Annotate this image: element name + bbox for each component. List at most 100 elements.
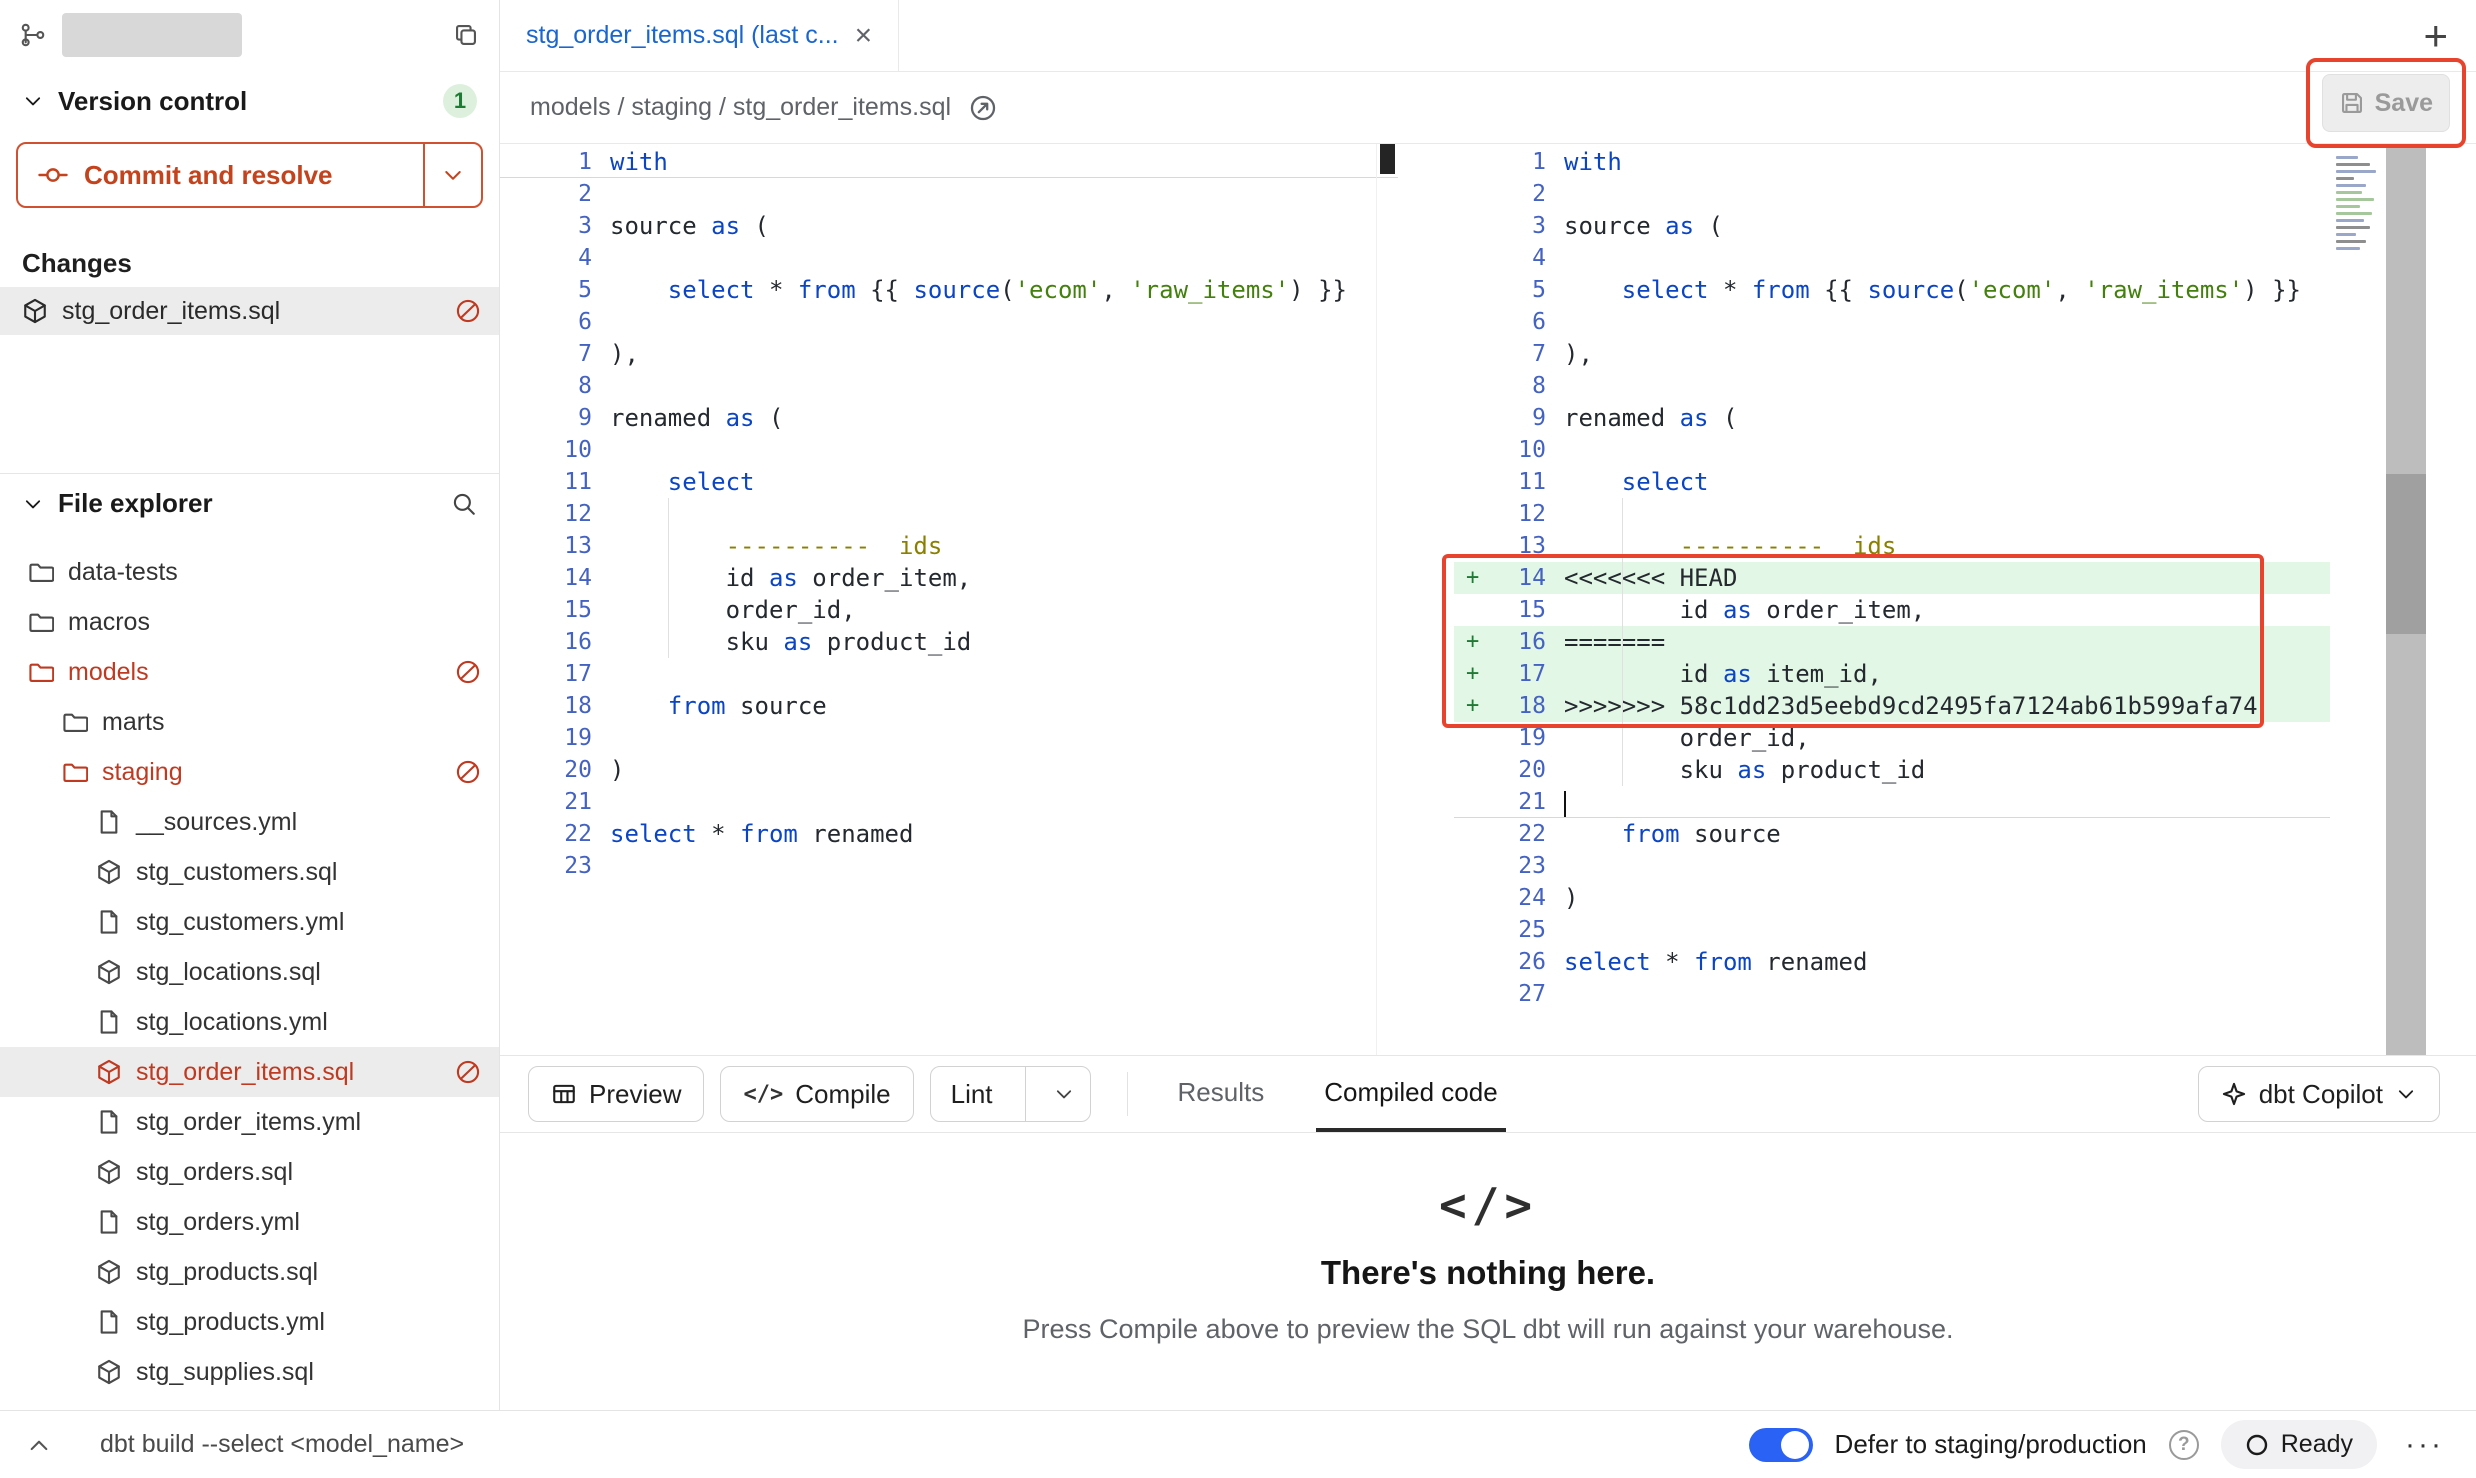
code-line-5[interactable]: 5 select * from {{ source('ecom', 'raw_i… [1454, 274, 2330, 306]
code-line-27[interactable]: 27 [1454, 978, 2330, 1010]
code-line-7[interactable]: 7), [1454, 338, 2330, 370]
code-line-9[interactable]: 9renamed as ( [500, 402, 1398, 434]
code-line-25[interactable]: 25 [1454, 914, 2330, 946]
code-line-16[interactable]: 16 sku as product_id [500, 626, 1398, 658]
lint-button[interactable]: Lint [930, 1066, 1091, 1122]
scrollbar-thumb[interactable] [2386, 474, 2426, 634]
code-line-24[interactable]: 24) [1454, 882, 2330, 914]
scrollbar-thumb[interactable] [1380, 144, 1395, 174]
code-line-6[interactable]: 6 [1454, 306, 2330, 338]
tree-item-__sources.yml[interactable]: __sources.yml [0, 797, 499, 847]
code-line-7[interactable]: 7), [500, 338, 1398, 370]
code-line-12[interactable]: 12 [500, 498, 1398, 530]
code-line-1[interactable]: 1with [500, 146, 1398, 178]
editor-pane-merged[interactable]: 1with23source as (45 select * from {{ so… [1454, 144, 2330, 1055]
tree-item-stg_customers.yml[interactable]: stg_customers.yml [0, 897, 499, 947]
tree-item-staging[interactable]: staging [0, 747, 499, 797]
code-line-17[interactable]: 17 [500, 658, 1398, 690]
code-line-23[interactable]: 23 [1454, 850, 2330, 882]
compile-button[interactable]: </> Compile [720, 1066, 913, 1122]
chevron-up-icon[interactable] [26, 1432, 52, 1458]
tree-item-stg_orders.sql[interactable]: stg_orders.sql [0, 1147, 499, 1197]
code-line-23[interactable]: 23 [500, 850, 1398, 882]
code-line-21[interactable]: 21 [1454, 786, 2330, 818]
preview-button[interactable]: Preview [528, 1066, 704, 1122]
code-line-13[interactable]: 13 ---------- ids [1454, 530, 2330, 562]
code-line-10[interactable]: 10 [500, 434, 1398, 466]
code-line-2[interactable]: 2 [500, 178, 1398, 210]
discard-icon[interactable] [455, 759, 481, 785]
tree-item-stg_locations.sql[interactable]: stg_locations.sql [0, 947, 499, 997]
tree-item-stg_order_items.yml[interactable]: stg_order_items.yml [0, 1097, 499, 1147]
discard-icon[interactable] [455, 659, 481, 685]
discard-change-icon[interactable] [455, 298, 481, 324]
code-line-3[interactable]: 3source as ( [500, 210, 1398, 242]
commit-options-button[interactable] [425, 144, 481, 206]
tab-results[interactable]: Results [1170, 1056, 1273, 1132]
code-line-14[interactable]: 14 id as order_item, [500, 562, 1398, 594]
tree-item-stg_orders.yml[interactable]: stg_orders.yml [0, 1197, 499, 1247]
tree-item-stg_products.sql[interactable]: stg_products.sql [0, 1247, 499, 1297]
code-line-14[interactable]: +14<<<<<<< HEAD [1454, 562, 2330, 594]
code-line-1[interactable]: 1with [1454, 146, 2330, 178]
code-line-19[interactable]: 19 order_id, [1454, 722, 2330, 754]
code-line-18[interactable]: +18>>>>>>> 58c1dd23d5eebd9cd2495fa7124ab… [1454, 690, 2330, 722]
command-input[interactable]: dbt build --select <model_name> [100, 1430, 464, 1459]
close-tab-icon[interactable]: × [855, 21, 873, 51]
code-line-20[interactable]: 20) [500, 754, 1398, 786]
code-line-20[interactable]: 20 sku as product_id [1454, 754, 2330, 786]
defer-toggle[interactable] [1749, 1428, 1813, 1462]
commit-and-resolve-button[interactable]: Commit and resolve [16, 142, 483, 208]
code-line-19[interactable]: 19 [500, 722, 1398, 754]
tree-item-stg_locations.yml[interactable]: stg_locations.yml [0, 997, 499, 1047]
tree-item-macros[interactable]: macros [0, 597, 499, 647]
tree-item-marts[interactable]: marts [0, 697, 499, 747]
version-control-header[interactable]: Version control 1 [0, 70, 499, 132]
lineage-icon[interactable] [969, 94, 997, 122]
code-line-6[interactable]: 6 [500, 306, 1398, 338]
code-line-8[interactable]: 8 [500, 370, 1398, 402]
code-line-26[interactable]: 26select * from renamed [1454, 946, 2330, 978]
tab-stg-order-items[interactable]: stg_order_items.sql (last c... × [500, 0, 899, 71]
editor-pane-original[interactable]: 1with23source as (45 select * from {{ so… [500, 144, 1398, 1055]
lint-options-button[interactable] [1038, 1083, 1090, 1105]
minimap[interactable] [2330, 144, 2386, 1055]
code-line-16[interactable]: +16======= [1454, 626, 2330, 658]
help-icon[interactable]: ? [2169, 1430, 2199, 1460]
save-button[interactable]: Save [2322, 74, 2450, 132]
code-line-10[interactable]: 10 [1454, 434, 2330, 466]
left-pane-scrollbar[interactable] [1376, 144, 1398, 1055]
code-line-3[interactable]: 3source as ( [1454, 210, 2330, 242]
code-line-9[interactable]: 9renamed as ( [1454, 402, 2330, 434]
code-line-18[interactable]: 18 from source [500, 690, 1398, 722]
code-line-15[interactable]: 15 id as order_item, [1454, 594, 2330, 626]
code-line-8[interactable]: 8 [1454, 370, 2330, 402]
discard-icon[interactable] [455, 1059, 481, 1085]
new-tab-button[interactable]: + [2423, 15, 2448, 57]
changed-file-row[interactable]: stg_order_items.sql [0, 287, 499, 335]
lint-button-label[interactable]: Lint [931, 1067, 1013, 1121]
status-badge[interactable]: Ready [2221, 1420, 2377, 1469]
code-line-22[interactable]: 22select * from renamed [500, 818, 1398, 850]
code-line-11[interactable]: 11 select [500, 466, 1398, 498]
code-line-17[interactable]: +17 id as item_id, [1454, 658, 2330, 690]
tree-item-stg_supplies.sql[interactable]: stg_supplies.sql [0, 1347, 499, 1397]
code-line-15[interactable]: 15 order_id, [500, 594, 1398, 626]
branch-icon[interactable] [20, 22, 46, 48]
code-line-5[interactable]: 5 select * from {{ source('ecom', 'raw_i… [500, 274, 1398, 306]
search-icon[interactable] [451, 491, 477, 517]
code-line-4[interactable]: 4 [1454, 242, 2330, 274]
editor-scrollbar[interactable] [2386, 144, 2426, 1055]
code-line-4[interactable]: 4 [500, 242, 1398, 274]
code-line-11[interactable]: 11 select [1454, 466, 2330, 498]
tree-item-stg_products.yml[interactable]: stg_products.yml [0, 1297, 499, 1347]
tree-item-stg_order_items.sql[interactable]: stg_order_items.sql [0, 1047, 499, 1097]
file-explorer-header[interactable]: File explorer [0, 474, 499, 533]
code-line-13[interactable]: 13 ---------- ids [500, 530, 1398, 562]
code-line-22[interactable]: 22 from source [1454, 818, 2330, 850]
copy-icon[interactable] [453, 22, 479, 48]
tab-compiled-code[interactable]: Compiled code [1316, 1056, 1505, 1132]
code-line-21[interactable]: 21 [500, 786, 1398, 818]
code-line-2[interactable]: 2 [1454, 178, 2330, 210]
tree-item-models[interactable]: models [0, 647, 499, 697]
